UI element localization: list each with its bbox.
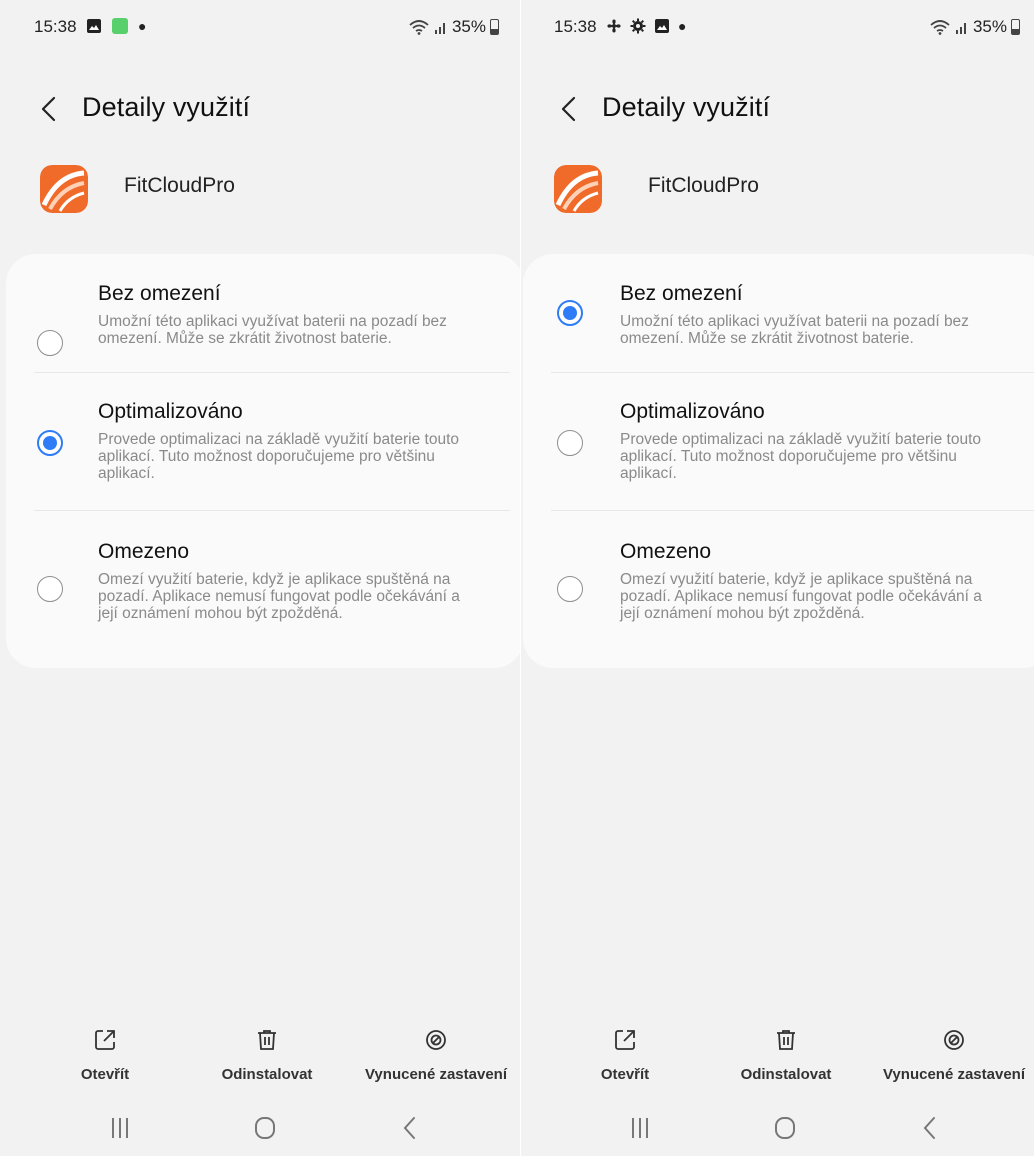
gallery-icon — [87, 19, 101, 33]
divider — [34, 372, 510, 373]
option-description: Umožní této aplikaci využívat baterii na… — [98, 313, 447, 347]
notification-dot-icon: ● — [138, 18, 147, 34]
trash-icon — [258, 1030, 276, 1050]
bottom-actions: Otevřít Odinstalovat Vynucené zastavení — [521, 1028, 1034, 1098]
recent-apps-icon[interactable] — [100, 1110, 140, 1146]
header: Detaily využití — [0, 88, 521, 132]
force-stop-button[interactable]: Vynucené zastavení — [875, 1028, 1033, 1084]
fitcloudpro-app-icon — [554, 165, 602, 213]
option-description: Provede optimalizaci na základě využití … — [620, 431, 982, 482]
fitness-icon — [112, 18, 128, 34]
option-description: Provede optimalizaci na základě využití … — [98, 431, 460, 482]
option-title: Omezeno — [98, 540, 190, 563]
open-external-icon — [95, 1030, 115, 1050]
signal-icon — [955, 23, 966, 34]
battery-percent: 35% — [972, 17, 1007, 36]
fan-icon — [607, 19, 621, 33]
bottom-actions: Otevřít Odinstalovat Vynucené zastavení — [0, 1028, 521, 1098]
option-unrestricted[interactable]: Bez omezení Umožní této aplikaci využíva… — [523, 282, 1034, 372]
radio-restricted[interactable] — [37, 576, 63, 602]
option-optimized[interactable]: Optimalizováno Provede optimalizaci na z… — [6, 400, 521, 510]
battery-icon — [1011, 19, 1020, 35]
force-stop-label: Vynucené zastavení — [364, 1066, 507, 1083]
app-row: FitCloudPro — [0, 162, 521, 214]
option-title: Optimalizováno — [620, 400, 765, 423]
wifi-icon — [930, 20, 950, 35]
navigation-bar — [521, 1110, 1034, 1150]
open-label: Otevřít — [80, 1066, 130, 1083]
battery-icon — [490, 19, 499, 35]
divider — [551, 510, 1034, 511]
app-row: FitCloudPro — [521, 162, 1034, 214]
option-description: Omezí využití baterie, když je aplikace … — [98, 571, 460, 622]
page-title: Detaily využití — [82, 92, 251, 122]
option-restricted[interactable]: Omezeno Omezí využití baterie, když je a… — [523, 540, 1034, 660]
option-optimized[interactable]: Optimalizováno Provede optimalizaci na z… — [523, 400, 1034, 510]
option-title: Optimalizováno — [98, 400, 243, 423]
nav-back-icon[interactable] — [910, 1110, 950, 1146]
battery-options-card: Bez omezení Umožní této aplikaci využíva… — [6, 254, 521, 668]
force-stop-icon — [944, 1030, 964, 1050]
phone-screen-right: 15:38 ● 35% Detaily využití FitCloudPro … — [521, 0, 1034, 1156]
radio-unrestricted[interactable] — [37, 330, 63, 356]
force-stop-icon — [426, 1030, 446, 1050]
radio-restricted[interactable] — [557, 576, 583, 602]
nav-back-icon[interactable] — [390, 1110, 430, 1146]
force-stop-button[interactable]: Vynucené zastavení — [356, 1028, 516, 1084]
option-title: Omezeno — [620, 540, 712, 563]
divider — [34, 510, 510, 511]
uninstall-button[interactable]: Odinstalovat — [726, 1028, 846, 1084]
status-time: 15:38 — [554, 17, 597, 36]
header: Detaily využití — [521, 88, 1034, 132]
open-label: Otevřít — [600, 1066, 650, 1083]
option-restricted[interactable]: Omezeno Omezí využití baterie, když je a… — [6, 540, 521, 660]
home-icon[interactable] — [765, 1110, 805, 1146]
status-time: 15:38 — [34, 17, 77, 36]
uninstall-label: Odinstalovat — [740, 1066, 832, 1083]
back-arrow-icon[interactable] — [38, 94, 60, 124]
open-button[interactable]: Otevřít — [60, 1028, 150, 1084]
status-bar: 15:38 ● 35% — [0, 14, 521, 46]
battery-options-card: Bez omezení Umožní této aplikaci využíva… — [523, 254, 1034, 668]
page-title: Detaily využití — [602, 92, 771, 122]
phone-screen-left: 15:38 ● 35% Detaily využití FitCloudPro … — [0, 0, 521, 1156]
open-button[interactable]: Otevřít — [580, 1028, 670, 1084]
notification-dot-icon: ● — [678, 18, 687, 34]
radio-optimized[interactable] — [557, 430, 583, 456]
status-bar: 15:38 ● 35% — [521, 14, 1034, 46]
navigation-bar — [0, 1110, 521, 1150]
uninstall-label: Odinstalovat — [221, 1066, 313, 1083]
home-icon[interactable] — [245, 1110, 285, 1146]
option-title: Bez omezení — [98, 282, 221, 305]
force-stop-label: Vynucené zastavení — [882, 1066, 1025, 1083]
battery-percent: 35% — [451, 17, 486, 36]
fitcloudpro-app-icon — [40, 165, 88, 213]
recent-apps-icon[interactable] — [620, 1110, 660, 1146]
radio-unrestricted[interactable] — [557, 300, 583, 326]
divider — [551, 372, 1034, 373]
option-description: Omezí využití baterie, když je aplikace … — [620, 571, 982, 622]
radio-optimized[interactable] — [37, 430, 63, 456]
app-name: FitCloudPro — [648, 174, 759, 197]
settings-icon — [630, 18, 646, 34]
app-name: FitCloudPro — [124, 174, 235, 197]
gallery-icon — [655, 19, 669, 33]
back-arrow-icon[interactable] — [558, 94, 580, 124]
uninstall-button[interactable]: Odinstalovat — [207, 1028, 327, 1084]
option-unrestricted[interactable]: Bez omezení Umožní této aplikaci využíva… — [6, 282, 521, 372]
signal-icon — [434, 23, 445, 34]
wifi-icon — [409, 20, 429, 35]
open-external-icon — [615, 1030, 635, 1050]
option-description: Umožní této aplikaci využívat baterii na… — [620, 313, 969, 347]
trash-icon — [777, 1030, 795, 1050]
option-title: Bez omezení — [620, 282, 743, 305]
